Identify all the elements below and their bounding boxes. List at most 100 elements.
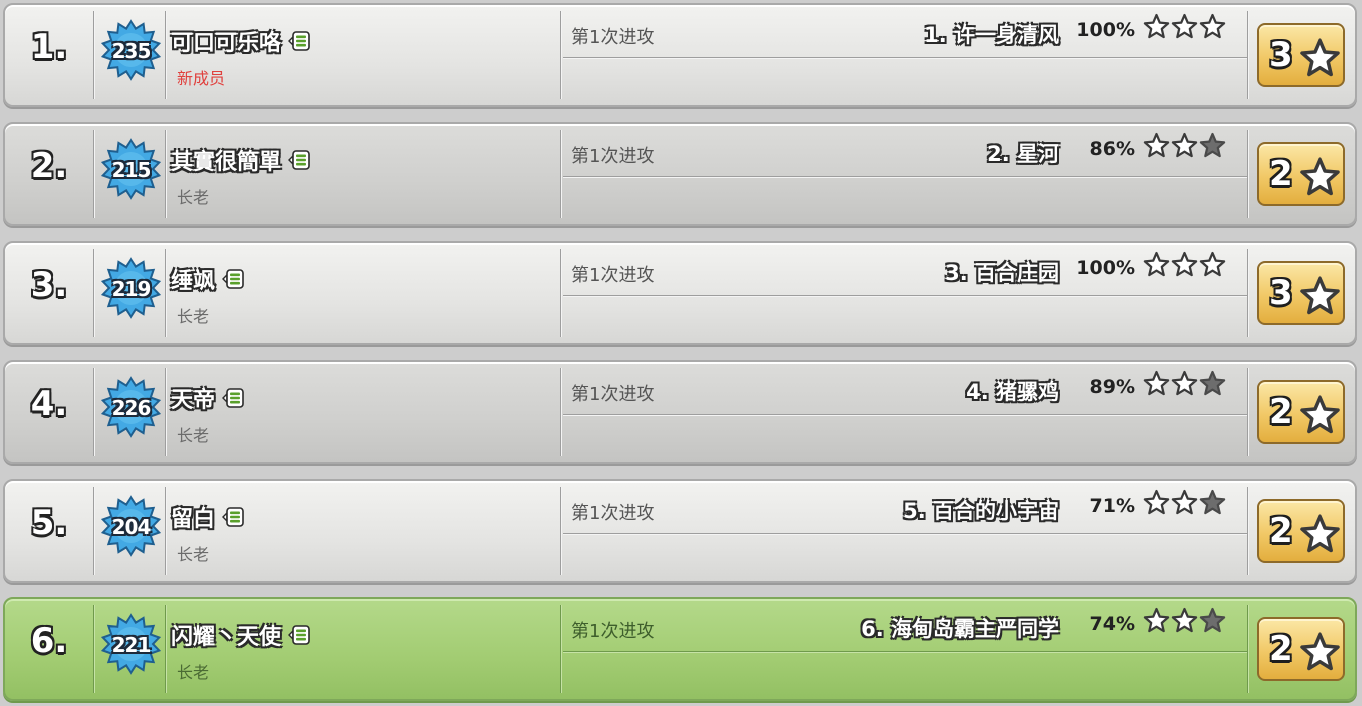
rank-number: 1. — [30, 27, 68, 67]
star-icon — [1300, 157, 1340, 196]
divider — [1247, 249, 1248, 337]
star-icon — [1300, 276, 1340, 315]
player-level: 219 — [111, 277, 152, 301]
attack-divider — [563, 295, 1247, 296]
player-name[interactable]: 缍飒 — [171, 263, 245, 295]
divider — [165, 368, 166, 456]
star-icon-earned — [1171, 489, 1198, 515]
total-stars-box: 2 — [1257, 499, 1345, 563]
star-icon — [1300, 632, 1340, 671]
divider — [560, 11, 561, 99]
level-badge-icon: 219 — [101, 257, 161, 319]
divider — [165, 487, 166, 575]
member-row[interactable]: 3. 219 缍飒长老 第1次进攻 3. 百合庄园 100% 3 — [3, 241, 1357, 345]
star-icon-empty — [1199, 489, 1226, 515]
attack-divider — [563, 57, 1247, 58]
star-icon-earned — [1171, 13, 1198, 39]
list-icon[interactable] — [221, 386, 245, 410]
divider — [1247, 130, 1248, 218]
player-role: 新成员 — [177, 69, 226, 88]
player-level: 235 — [111, 39, 152, 63]
member-row[interactable]: 5. 204 留白长老 第1次进攻 5. 百合的小宇宙 71% 2 — [3, 479, 1357, 583]
player-name[interactable]: 其實很簡單 — [171, 144, 311, 176]
divider — [560, 368, 561, 456]
rank-number: 2. — [30, 146, 68, 186]
destruction-percent: 100% — [1076, 19, 1135, 41]
star-icon-earned — [1143, 13, 1170, 39]
destruction-percent: 89% — [1089, 376, 1135, 398]
attack-stars — [1143, 251, 1227, 279]
attack-target[interactable]: 5. 百合的小宇宙 — [903, 495, 1059, 525]
level-badge-icon: 221 — [101, 613, 161, 675]
player-level: 204 — [111, 515, 152, 539]
star-icon-earned — [1143, 132, 1170, 158]
total-stars-count: 3 — [1269, 273, 1293, 313]
level-badge-icon: 204 — [101, 495, 161, 557]
war-member-list: 1. 235 可口可乐咯 新成员 第1次进攻 1. 许一身清风 100% 3 2. 215 其實很簡… — [0, 0, 1362, 706]
member-row[interactable]: 2. 215 其實很簡單 长老 第1次进攻 2. 星河 86% 2 — [3, 122, 1357, 226]
star-icon-earned — [1171, 251, 1198, 277]
total-stars-box: 3 — [1257, 23, 1345, 87]
list-icon[interactable] — [287, 148, 311, 172]
divider — [165, 130, 166, 218]
attack-divider — [563, 414, 1247, 415]
player-name-text: 闪耀丶天使 — [171, 625, 282, 650]
member-row[interactable]: 4. 226 天帝 长老 第1次进攻 4. 猪骡鸡 89% 2 — [3, 360, 1357, 464]
player-name[interactable]: 可口可乐咯 — [171, 25, 311, 57]
player-name[interactable]: 留白 — [171, 501, 245, 533]
player-level: 226 — [111, 396, 152, 420]
attack-stars — [1143, 489, 1227, 517]
attack-target[interactable]: 4. 猪骡鸡 — [966, 376, 1059, 406]
level-badge-icon: 226 — [101, 376, 161, 438]
list-icon[interactable] — [287, 29, 311, 53]
rank-number: 6. — [30, 621, 68, 661]
destruction-percent: 71% — [1089, 495, 1135, 517]
divider — [1247, 11, 1248, 99]
total-stars-count: 2 — [1269, 154, 1293, 194]
attack-label: 第1次进攻 — [571, 384, 655, 405]
star-icon-earned — [1171, 370, 1198, 396]
attack-stars — [1143, 370, 1227, 398]
attack-divider — [563, 176, 1247, 177]
attack-label: 第1次进攻 — [571, 265, 655, 286]
rank-number: 3. — [30, 265, 68, 305]
player-role: 长老 — [177, 307, 210, 326]
player-role: 长老 — [177, 545, 210, 564]
star-icon-earned — [1143, 607, 1170, 633]
star-icon-earned — [1143, 489, 1170, 515]
list-icon[interactable] — [287, 623, 311, 647]
player-role: 长老 — [177, 426, 210, 445]
attack-label: 第1次进攻 — [571, 503, 655, 524]
attack-target[interactable]: 3. 百合庄园 — [945, 257, 1059, 287]
star-icon — [1300, 395, 1340, 434]
divider — [560, 130, 561, 218]
star-icon-earned — [1171, 132, 1198, 158]
divider — [93, 605, 94, 693]
divider — [165, 11, 166, 99]
level-badge-icon: 235 — [101, 19, 161, 81]
divider — [560, 487, 561, 575]
attack-target[interactable]: 6. 海甸岛霸主严同学 — [861, 613, 1059, 643]
divider — [1247, 487, 1248, 575]
divider — [93, 487, 94, 575]
member-row[interactable]: 6. 221 闪耀丶天使 长老 第1次进攻 6. 海甸岛霸主严同学 74% 2 — [3, 597, 1357, 701]
attack-stars — [1143, 13, 1227, 41]
player-name[interactable]: 闪耀丶天使 — [171, 619, 311, 651]
destruction-percent: 100% — [1076, 257, 1135, 279]
list-icon[interactable] — [221, 505, 245, 529]
divider — [93, 249, 94, 337]
destruction-percent: 86% — [1089, 138, 1135, 160]
attack-target[interactable]: 2. 星河 — [987, 138, 1059, 168]
attack-target[interactable]: 1. 许一身清风 — [924, 19, 1059, 49]
total-stars-box: 3 — [1257, 261, 1345, 325]
list-icon[interactable] — [221, 267, 245, 291]
divider — [165, 605, 166, 693]
total-stars-count: 2 — [1269, 511, 1293, 551]
divider — [93, 11, 94, 99]
destruction-percent: 74% — [1089, 613, 1135, 635]
rank-number: 5. — [30, 503, 68, 543]
star-icon-empty — [1199, 607, 1226, 633]
player-name[interactable]: 天帝 — [171, 382, 245, 414]
member-row[interactable]: 1. 235 可口可乐咯 新成员 第1次进攻 1. 许一身清风 100% 3 — [3, 3, 1357, 107]
divider — [560, 605, 561, 693]
